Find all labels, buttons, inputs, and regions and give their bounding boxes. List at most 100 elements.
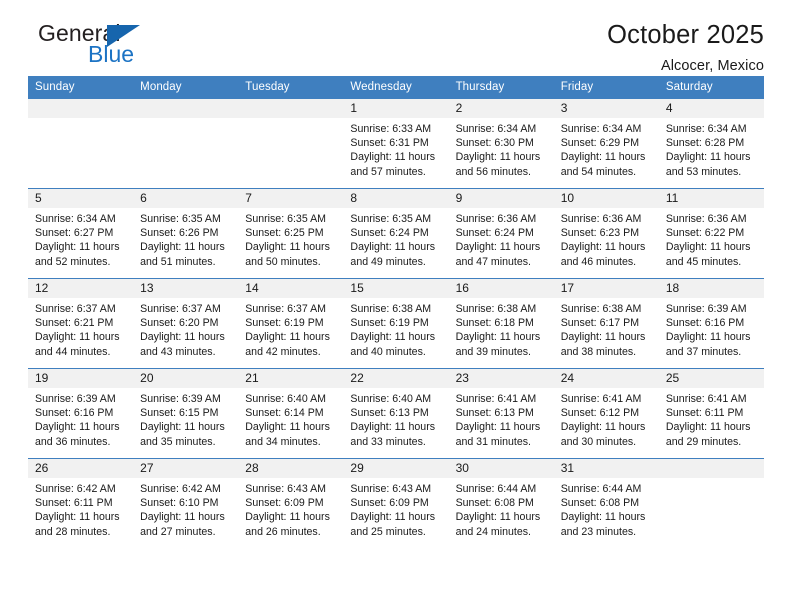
day-daylight-line2-text: and 27 minutes. bbox=[140, 525, 216, 538]
calendar-day-cell[interactable]: 20 Sunrise: 6:39 AM Sunset: 6:15 PM Dayligh… bbox=[133, 368, 239, 459]
day-sunset-text: Sunset: 6:17 PM bbox=[560, 317, 640, 330]
calendar-day-cell[interactable]: 4 Sunrise: 6:34 AM Sunset: 6:28 PM Daylight… bbox=[658, 98, 764, 189]
day-daylight-line1-text: Daylight: 11 hours bbox=[245, 511, 330, 524]
calendar-body: 1 Sunrise: 6:33 AM Sunset: 6:31 PM Daylight… bbox=[28, 98, 764, 548]
day-daylight-line2-text: and 26 minutes. bbox=[245, 525, 321, 538]
day-number: 17 bbox=[553, 279, 659, 298]
calendar-day-cell[interactable]: 21 Sunrise: 6:40 AM Sunset: 6:14 PM Dayligh… bbox=[238, 368, 344, 459]
day-details: Sunrise: 6:38 AM Sunset: 6:17 PM Daylight:… bbox=[554, 298, 659, 359]
calendar-day-cell[interactable]: 24 Sunrise: 6:41 AM Sunset: 6:12 PM Dayligh… bbox=[553, 368, 659, 459]
day-sunset-text: Sunset: 6:13 PM bbox=[455, 407, 534, 420]
calendar-day-cell[interactable]: 30 Sunrise: 6:44 AM Sunset: 6:08 PM Dayligh… bbox=[448, 458, 554, 548]
logo-text-blue: Blue bbox=[88, 41, 135, 67]
day-sunset-text: Sunset: 6:10 PM bbox=[140, 497, 219, 510]
calendar-day-cell[interactable]: 11 Sunrise: 6:36 AM Sunset: 6:22 PM Dayligh… bbox=[658, 188, 764, 279]
day-sunrise-text: Sunrise: 6:43 AM bbox=[350, 483, 432, 495]
general-blue-logo[interactable]: General Blue bbox=[28, 22, 148, 74]
day-daylight-line1-text: Daylight: 11 hours bbox=[665, 331, 751, 344]
day-daylight-line1-text: Daylight: 11 hours bbox=[35, 241, 120, 254]
day-daylight-line1-text: Daylight: 11 hours bbox=[245, 421, 330, 434]
day-details: Sunrise: 6:35 AM Sunset: 6:26 PM Daylight:… bbox=[133, 208, 238, 269]
day-daylight-line2-text: and 34 minutes. bbox=[245, 435, 321, 448]
day-daylight-line1-text: Daylight: 11 hours bbox=[350, 421, 436, 434]
day-sunset-text: Sunset: 6:16 PM bbox=[35, 407, 114, 420]
calendar-day-cell[interactable]: 10 Sunrise: 6:36 AM Sunset: 6:23 PM Dayligh… bbox=[553, 188, 659, 279]
day-daylight-line2-text: and 36 minutes. bbox=[35, 435, 111, 448]
day-daylight-line2-text: and 53 minutes. bbox=[665, 165, 742, 178]
day-number: 4 bbox=[658, 99, 764, 118]
day-number: 16 bbox=[448, 279, 554, 298]
day-sunrise-text: Sunrise: 6:35 AM bbox=[350, 213, 432, 225]
day-daylight-line1-text: Daylight: 11 hours bbox=[350, 151, 436, 164]
day-daylight-line1-text: Daylight: 11 hours bbox=[560, 331, 646, 344]
day-number: 28 bbox=[238, 459, 344, 478]
calendar-day-cell[interactable]: 31 Sunrise: 6:44 AM Sunset: 6:08 PM Dayligh… bbox=[553, 458, 659, 548]
day-daylight-line2-text: and 29 minutes. bbox=[665, 435, 742, 448]
day-sunset-text: Sunset: 6:11 PM bbox=[665, 407, 744, 420]
calendar-day-cell[interactable]: 29 Sunrise: 6:43 AM Sunset: 6:09 PM Dayligh… bbox=[343, 458, 449, 548]
calendar-day-cell[interactable]: 15 Sunrise: 6:38 AM Sunset: 6:19 PM Dayligh… bbox=[343, 278, 449, 369]
day-sunset-text: Sunset: 6:11 PM bbox=[35, 497, 113, 510]
day-number: 27 bbox=[133, 459, 239, 478]
day-daylight-line2-text: and 39 minutes. bbox=[455, 345, 531, 358]
calendar-day-cell[interactable]: 16 Sunrise: 6:38 AM Sunset: 6:18 PM Dayligh… bbox=[448, 278, 554, 369]
day-details: Sunrise: 6:38 AM Sunset: 6:19 PM Daylight:… bbox=[343, 298, 448, 359]
day-daylight-line1-text: Daylight: 11 hours bbox=[350, 241, 436, 254]
weekday-header-thursday: Thursday bbox=[448, 76, 554, 99]
calendar-day-cell[interactable]: 8 Sunrise: 6:35 AM Sunset: 6:24 PM Daylight… bbox=[343, 188, 449, 279]
calendar-day-cell[interactable]: 6 Sunrise: 6:35 AM Sunset: 6:26 PM Daylight… bbox=[133, 188, 239, 279]
day-sunrise-text: Sunrise: 6:39 AM bbox=[140, 393, 221, 405]
weekday-header-tuesday: Tuesday bbox=[238, 76, 344, 99]
calendar-day-cell[interactable]: 5 Sunrise: 6:34 AM Sunset: 6:27 PM Daylight… bbox=[28, 188, 134, 279]
day-daylight-line2-text: and 35 minutes. bbox=[140, 435, 216, 448]
day-sunset-text: Sunset: 6:19 PM bbox=[350, 317, 429, 330]
day-daylight-line2-text: and 44 minutes. bbox=[35, 345, 111, 358]
calendar-day-cell[interactable]: 27 Sunrise: 6:42 AM Sunset: 6:10 PM Dayligh… bbox=[133, 458, 239, 548]
day-daylight-line2-text: and 52 minutes. bbox=[35, 255, 111, 268]
day-sunrise-text: Sunrise: 6:40 AM bbox=[350, 393, 432, 405]
day-sunrise-text: Sunrise: 6:40 AM bbox=[245, 393, 326, 405]
calendar-day-cell[interactable]: 2 Sunrise: 6:34 AM Sunset: 6:30 PM Daylight… bbox=[448, 98, 554, 189]
day-daylight-line2-text: and 33 minutes. bbox=[350, 435, 426, 448]
calendar-day-cell[interactable]: 7 Sunrise: 6:35 AM Sunset: 6:25 PM Daylight… bbox=[238, 188, 344, 279]
day-daylight-line2-text: and 28 minutes. bbox=[35, 525, 111, 538]
day-sunset-text: Sunset: 6:12 PM bbox=[560, 407, 640, 420]
day-number bbox=[133, 99, 239, 118]
calendar-day-cell[interactable]: 13 Sunrise: 6:37 AM Sunset: 6:20 PM Dayligh… bbox=[133, 278, 239, 369]
calendar-day-cell[interactable]: 23 Sunrise: 6:41 AM Sunset: 6:13 PM Dayligh… bbox=[448, 368, 554, 459]
day-sunset-text: Sunset: 6:15 PM bbox=[140, 407, 219, 420]
day-sunrise-text: Sunrise: 6:41 AM bbox=[560, 393, 642, 405]
day-sunrise-text: Sunrise: 6:36 AM bbox=[455, 213, 537, 225]
calendar-day-cell[interactable]: 22 Sunrise: 6:40 AM Sunset: 6:13 PM Dayligh… bbox=[343, 368, 449, 459]
day-sunset-text: Sunset: 6:22 PM bbox=[665, 227, 745, 240]
calendar-day-cell[interactable]: 19 Sunrise: 6:39 AM Sunset: 6:16 PM Dayligh… bbox=[28, 368, 134, 459]
calendar-day-cell[interactable]: 3 Sunrise: 6:34 AM Sunset: 6:29 PM Daylight… bbox=[553, 98, 659, 189]
day-daylight-line2-text: and 45 minutes. bbox=[665, 255, 742, 268]
calendar-day-cell[interactable]: 25 Sunrise: 6:41 AM Sunset: 6:11 PM Dayligh… bbox=[658, 368, 764, 459]
day-sunrise-text: Sunrise: 6:34 AM bbox=[665, 123, 747, 135]
calendar-day-cell[interactable]: 17 Sunrise: 6:38 AM Sunset: 6:17 PM Dayligh… bbox=[553, 278, 659, 369]
calendar-day-cell[interactable]: 18 Sunrise: 6:39 AM Sunset: 6:16 PM Dayligh… bbox=[658, 278, 764, 369]
day-daylight-line1-text: Daylight: 11 hours bbox=[560, 151, 646, 164]
month-calendar-table: Sunday Monday Tuesday Wednesday Thursday Frid… bbox=[28, 76, 764, 548]
day-daylight-line2-text: and 43 minutes. bbox=[140, 345, 216, 358]
day-daylight-line2-text: and 37 minutes. bbox=[665, 345, 742, 358]
day-number: 23 bbox=[448, 369, 554, 388]
day-sunset-text: Sunset: 6:09 PM bbox=[245, 497, 324, 510]
calendar-day-cell[interactable]: 9 Sunrise: 6:36 AM Sunset: 6:24 PM Daylight… bbox=[448, 188, 554, 279]
weekday-header-sunday: Sunday bbox=[28, 76, 134, 99]
calendar-day-cell[interactable]: 12 Sunrise: 6:37 AM Sunset: 6:21 PM Dayligh… bbox=[28, 278, 134, 369]
calendar-day-cell[interactable]: 14 Sunrise: 6:37 AM Sunset: 6:19 PM Dayligh… bbox=[238, 278, 344, 369]
day-details: Sunrise: 6:35 AM Sunset: 6:25 PM Daylight:… bbox=[238, 208, 343, 269]
day-sunrise-text: Sunrise: 6:37 AM bbox=[140, 303, 221, 315]
calendar-day-cell[interactable]: 26 Sunrise: 6:42 AM Sunset: 6:11 PM Dayligh… bbox=[28, 458, 134, 548]
day-details: Sunrise: 6:40 AM Sunset: 6:13 PM Daylight:… bbox=[343, 388, 448, 449]
day-details: Sunrise: 6:36 AM Sunset: 6:23 PM Daylight:… bbox=[554, 208, 659, 269]
calendar-day-cell[interactable]: 28 Sunrise: 6:43 AM Sunset: 6:09 PM Dayligh… bbox=[238, 458, 344, 548]
day-sunrise-text: Sunrise: 6:34 AM bbox=[35, 213, 116, 225]
day-daylight-line2-text: and 50 minutes. bbox=[245, 255, 321, 268]
day-details: Sunrise: 6:42 AM Sunset: 6:11 PM Daylight:… bbox=[28, 478, 133, 539]
day-number bbox=[238, 99, 344, 118]
weekday-header-wednesday: Wednesday bbox=[343, 76, 449, 99]
calendar-day-cell[interactable]: 1 Sunrise: 6:33 AM Sunset: 6:31 PM Daylight… bbox=[343, 98, 449, 189]
